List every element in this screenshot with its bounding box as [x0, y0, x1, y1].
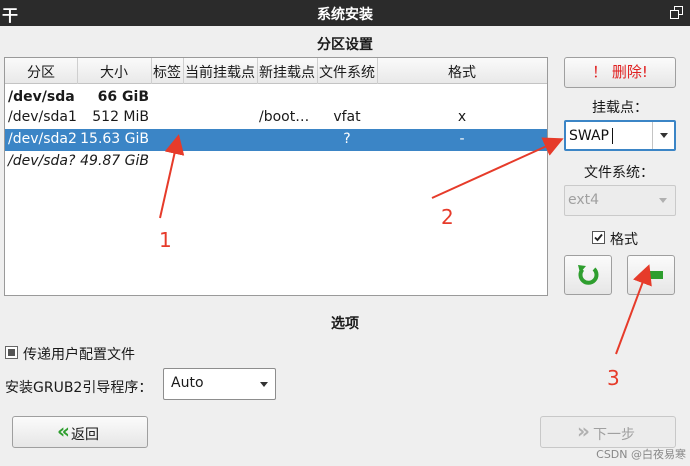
grub-combobox[interactable]: Auto: [163, 368, 276, 400]
annotation-label-1: 1: [159, 228, 172, 252]
column-header-size[interactable]: 大小: [77, 62, 151, 82]
delete-button[interactable]: ！ 删除!: [564, 57, 676, 88]
watermark: CSDN @白夜易寒: [596, 448, 686, 461]
chevron-down-icon[interactable]: [260, 382, 268, 387]
size-cell: 512 MiB: [92, 109, 149, 125]
column-header-format[interactable]: 格式: [377, 62, 547, 82]
partition-cell: /dev/sda2: [8, 131, 77, 147]
filesystem-cell: ?: [343, 131, 351, 147]
table-row[interactable]: /dev/sda? 49.87 GiB: [5, 151, 547, 173]
text-cursor: [612, 128, 613, 144]
column-header-current-mount[interactable]: 当前挂载点: [183, 62, 257, 82]
filesystem-label: 文件系统：: [584, 165, 654, 181]
double-chevron-right-icon: »: [577, 419, 590, 443]
format-checkbox[interactable]: [592, 231, 605, 244]
format-checkbox-label: 格式: [610, 232, 638, 248]
partition-section-title: 分区设置: [317, 37, 373, 53]
table-row[interactable]: /dev/sda 66 GiB: [5, 87, 547, 109]
arrow-left-icon: [638, 265, 663, 285]
pass-config-label: 传递用户配置文件: [23, 347, 135, 363]
column-header-label[interactable]: 标签: [151, 62, 183, 82]
annotation-label-2: 2: [441, 205, 454, 229]
back-button[interactable]: « 返回: [12, 416, 148, 448]
pass-config-checkbox[interactable]: [5, 346, 18, 359]
next-button[interactable]: » 下一步: [540, 416, 676, 448]
partition-table[interactable]: 分区 大小 标签 当前挂载点 新挂载点 文件系统 格式 /dev/sda 66 …: [4, 57, 548, 296]
partition-cell: /dev/sda1: [8, 109, 77, 125]
apply-button[interactable]: [627, 255, 675, 295]
undo-icon: [578, 265, 599, 285]
revert-button[interactable]: [564, 255, 612, 295]
size-cell: 66 GiB: [97, 89, 149, 105]
table-row-selected[interactable]: /dev/sda2 15.63 GiB ? -: [5, 129, 547, 151]
window-title: 系统安装: [317, 7, 373, 23]
back-button-label: 返回: [71, 427, 99, 443]
format-cell: -: [459, 131, 465, 147]
mount-point-label: 挂载点：: [592, 100, 648, 116]
chevron-down-icon: [659, 198, 667, 203]
partition-cell: /dev/sda: [8, 89, 75, 105]
next-button-label: 下一步: [593, 427, 635, 443]
filesystem-value: ext4: [568, 192, 600, 208]
mount-point-value[interactable]: SWAP: [569, 128, 609, 144]
restore-window-icon[interactable]: [670, 6, 684, 20]
mount-point-combobox[interactable]: SWAP: [564, 120, 676, 151]
chevron-down-icon[interactable]: [660, 133, 668, 138]
filesystem-combobox[interactable]: ext4: [564, 185, 676, 216]
table-header: 分区 大小 标签 当前挂载点 新挂载点 文件系统 格式: [5, 58, 547, 84]
column-header-partition[interactable]: 分区: [5, 62, 77, 82]
size-cell: 49.87 GiB: [80, 153, 149, 169]
annotation-label-3: 3: [607, 366, 620, 390]
options-section-title: 选项: [331, 316, 359, 332]
format-cell: x: [457, 109, 467, 125]
size-cell: 15.63 GiB: [80, 131, 149, 147]
column-header-filesystem[interactable]: 文件系统: [317, 62, 377, 82]
table-row[interactable]: /dev/sda1 512 MiB /boot… vfat x: [5, 107, 547, 129]
column-header-new-mount[interactable]: 新挂载点: [257, 62, 317, 82]
window-titlebar: 干 系统安装: [0, 0, 690, 26]
grub-value: Auto: [171, 375, 204, 391]
double-chevron-left-icon: «: [57, 419, 70, 443]
filesystem-cell: vfat: [333, 109, 361, 125]
new-mount-cell: /boot…: [259, 109, 310, 125]
checkmark-icon: [594, 233, 603, 242]
partition-cell: /dev/sda?: [8, 153, 76, 169]
grub-label: 安装GRUB2引导程序：: [5, 380, 153, 396]
